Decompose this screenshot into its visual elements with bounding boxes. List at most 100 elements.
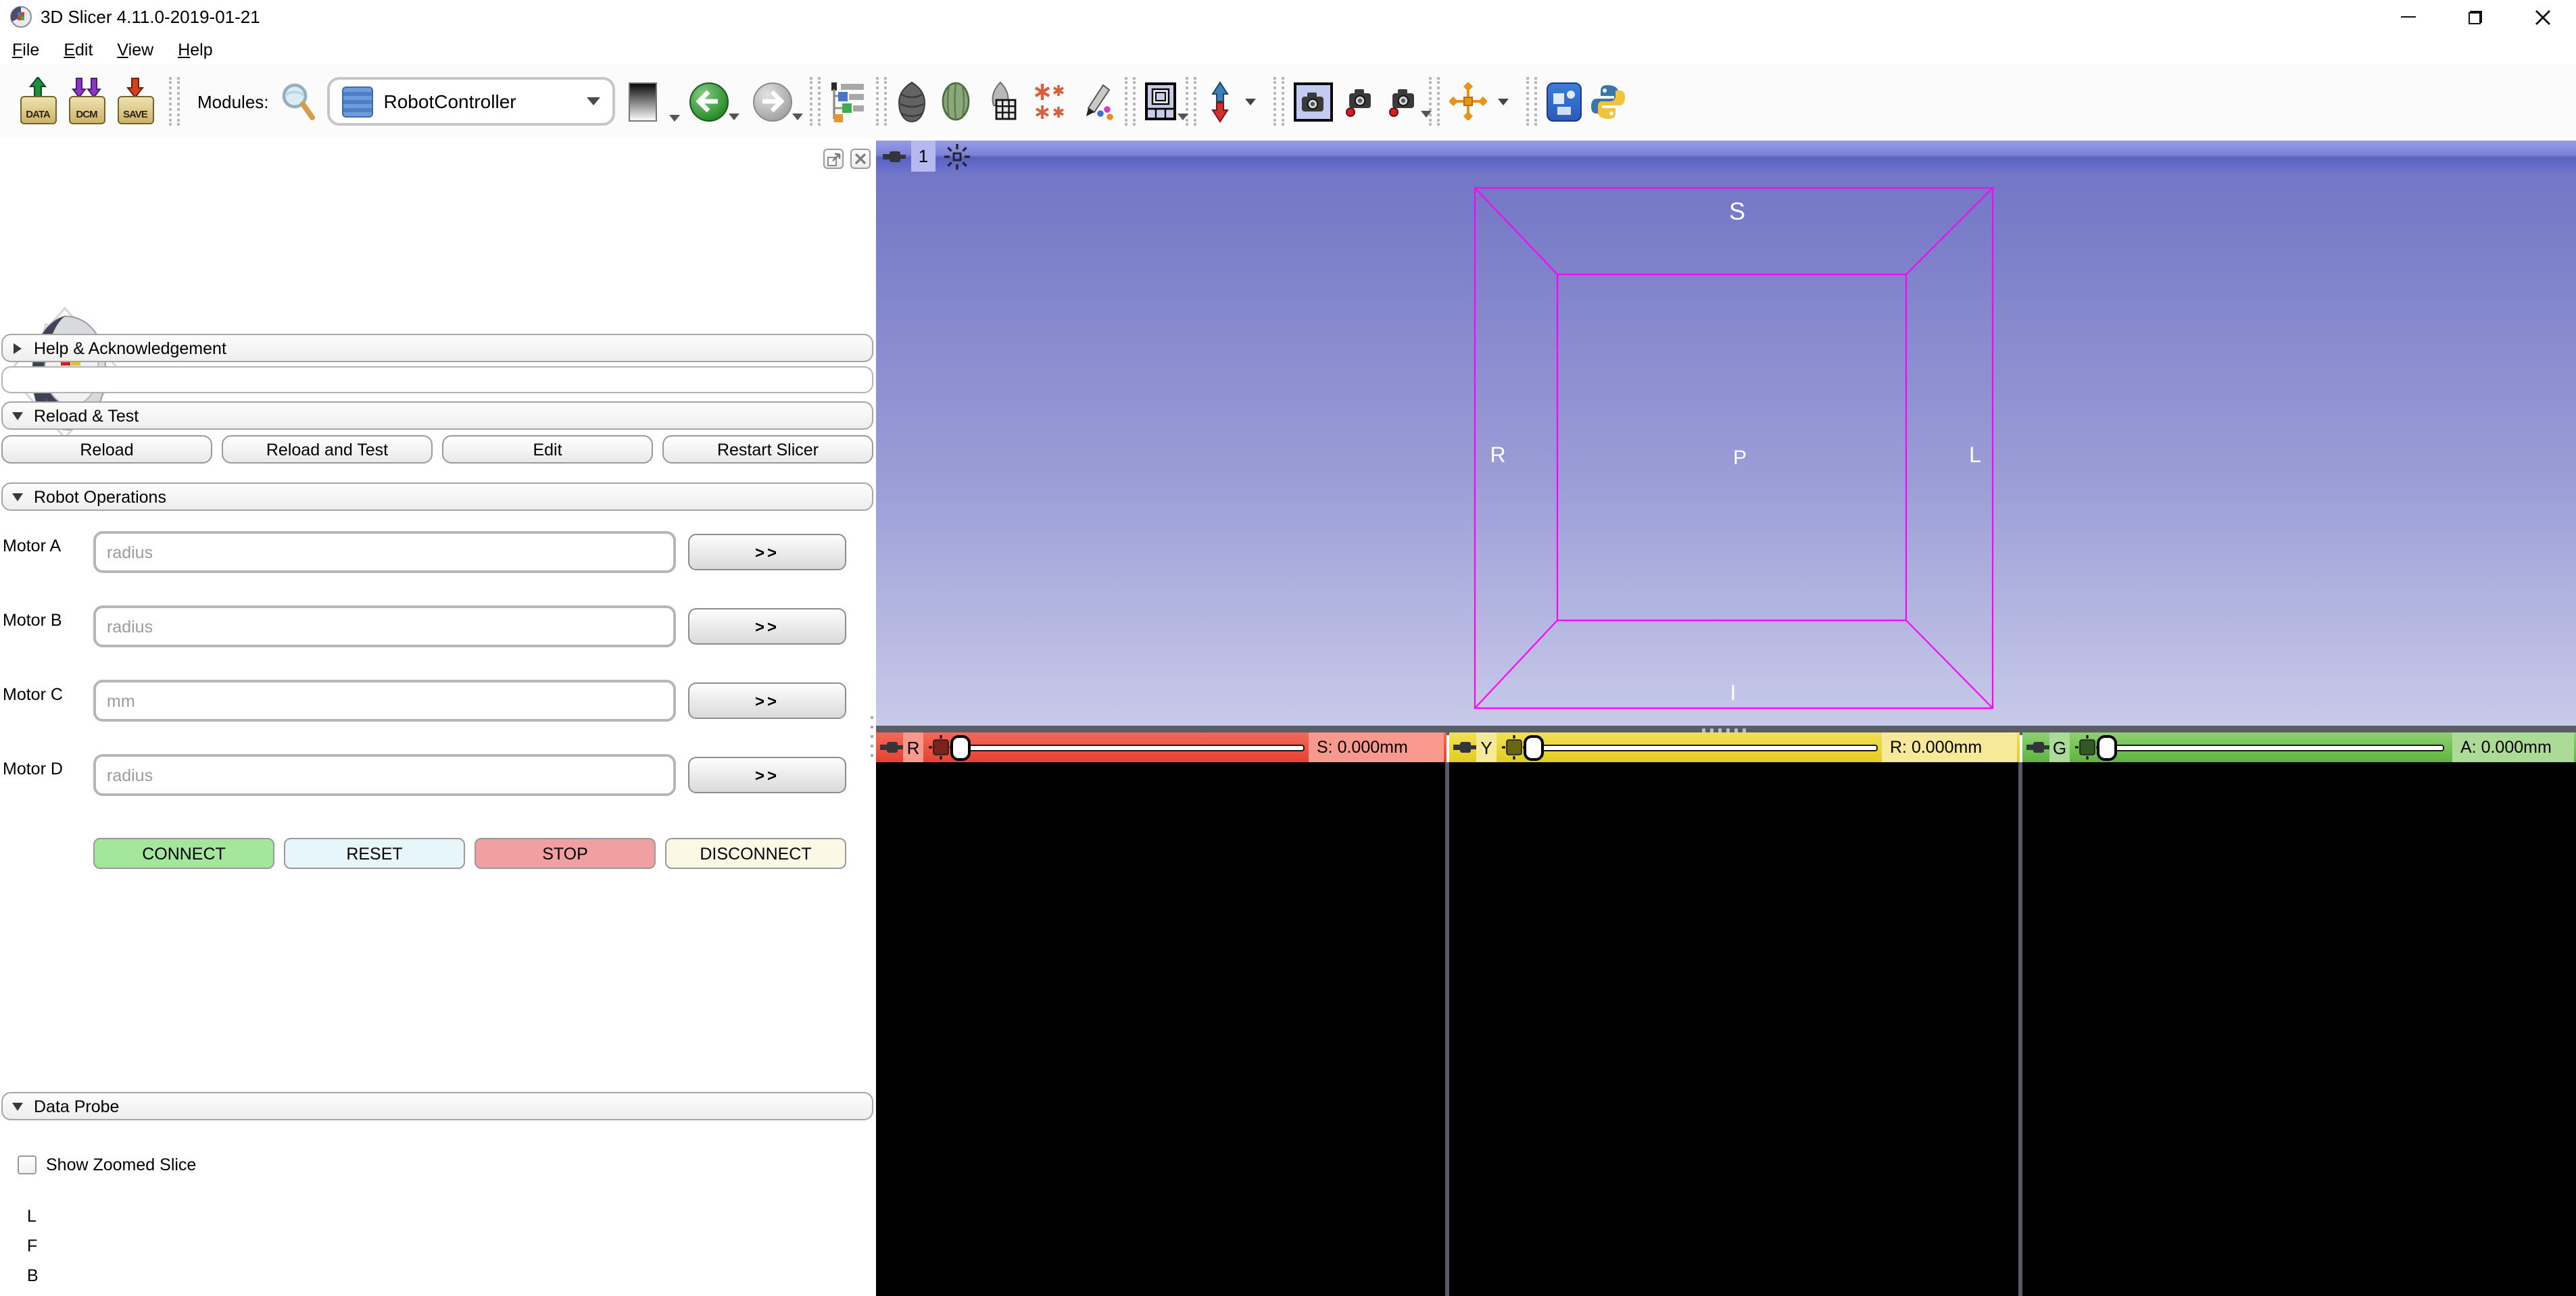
scene-view-button[interactable]: [1344, 85, 1376, 118]
panel-undock-button[interactable]: [823, 149, 844, 169]
motor-d-input[interactable]: [93, 754, 676, 796]
section-help-acknowledgement[interactable]: Help & Acknowledgement: [1, 334, 873, 362]
connect-button[interactable]: CONNECT: [93, 838, 274, 869]
dicom-button[interactable]: DCM: [66, 77, 107, 126]
close-button[interactable]: [2509, 0, 2576, 34]
red-slice-controller: R S: 0.000mm: [876, 732, 1447, 762]
motor-b-send-button[interactable]: >>: [688, 608, 846, 645]
axis-label-inferior: I: [1730, 682, 1736, 707]
motor-d-send-button[interactable]: >>: [688, 757, 846, 793]
screenshot-button[interactable]: [1294, 82, 1333, 121]
crosshair-button[interactable]: [1449, 82, 1487, 120]
pin-icon[interactable]: [2026, 738, 2049, 757]
restore-button[interactable]: [2441, 0, 2509, 34]
collapsed-triangle-icon: [14, 343, 22, 353]
expanded-triangle-icon: [12, 412, 23, 420]
section-robot-operations[interactable]: Robot Operations: [1, 482, 873, 511]
toolbar-separator: [1526, 77, 1537, 126]
reload-button[interactable]: Reload: [1, 435, 212, 464]
reload-and-test-button[interactable]: Reload and Test: [222, 435, 433, 464]
motor-c-input[interactable]: [93, 680, 676, 722]
scene-view-restore-button[interactable]: [1387, 85, 1419, 118]
menu-help[interactable]: Help: [166, 40, 224, 59]
red-slice-slider-handle[interactable]: [950, 734, 971, 760]
subject-hierarchy-button[interactable]: [830, 80, 867, 122]
load-data-button[interactable]: DATA: [18, 77, 58, 126]
threeD-viewport[interactable]: S R P L I: [876, 172, 2576, 726]
module-forward-button[interactable]: [753, 82, 792, 121]
yellow-slice-offset: R: 0.000mm: [1882, 732, 2017, 762]
slice-view-separator: [1445, 762, 1449, 1296]
red-slice-slider-track[interactable]: [960, 745, 1305, 751]
module-search-button[interactable]: [280, 82, 316, 121]
section-title: Robot Operations: [34, 487, 166, 506]
green-slice-slider-handle[interactable]: [2097, 734, 2117, 760]
crop-volume-button[interactable]: [941, 81, 971, 122]
stop-button[interactable]: STOP: [475, 838, 656, 869]
minimize-button[interactable]: [2374, 0, 2441, 34]
edit-button[interactable]: Edit: [442, 435, 653, 464]
slice-visibility-icon[interactable]: [2075, 735, 2099, 759]
slice-viewports[interactable]: [876, 762, 2576, 1296]
arrow-right-icon: [760, 91, 785, 112]
motor-a-input[interactable]: [93, 531, 676, 573]
module-back-button[interactable]: [689, 82, 729, 121]
module-selector-combobox[interactable]: RobotController: [327, 77, 615, 126]
menu-view[interactable]: View: [105, 40, 166, 59]
section-data-probe[interactable]: Data Probe: [1, 1092, 873, 1120]
volume-rendering-button[interactable]: [896, 80, 927, 122]
motor-a-send-button[interactable]: >>: [688, 534, 846, 570]
layout-icon: [1145, 82, 1176, 120]
menu-edit[interactable]: Edit: [51, 40, 105, 59]
undock-icon: [827, 152, 840, 166]
motor-b-input[interactable]: [93, 605, 676, 647]
chevron-down-icon[interactable]: [1498, 98, 1509, 105]
yellow-slice-slider-track[interactable]: [1533, 745, 1878, 751]
section-title: Help & Acknowledgement: [34, 339, 226, 357]
search-icon: [280, 82, 316, 121]
view-controls-icon[interactable]: [944, 143, 971, 170]
module-selector-value: RobotController: [384, 91, 516, 112]
pin-icon[interactable]: [883, 147, 906, 166]
module-history-button[interactable]: [629, 82, 668, 121]
chevron-down-icon[interactable]: [1245, 98, 1256, 105]
scene-camera-icon: [1344, 85, 1376, 118]
probe-row-l: L: [27, 1207, 37, 1235]
section-reload-test[interactable]: Reload & Test: [1, 401, 873, 430]
save-button[interactable]: SAVE: [115, 77, 155, 126]
show-zoomed-slice-checkbox[interactable]: [18, 1155, 37, 1174]
main-toolbar: DATA DCM SAVE Modules: RobotCo: [0, 65, 2576, 139]
show-zoomed-slice-row: Show Zoomed Slice: [18, 1155, 196, 1174]
restart-slicer-button[interactable]: Restart Slicer: [662, 435, 873, 464]
motor-c-send-button[interactable]: >>: [688, 682, 846, 719]
gray-volume-icon: [896, 80, 927, 122]
restore-icon: [2469, 10, 2482, 24]
close-icon: [854, 153, 867, 165]
pin-icon[interactable]: [880, 738, 903, 757]
yellow-slice-slider-handle[interactable]: [1524, 734, 1544, 760]
module-icon: [342, 86, 373, 117]
mouse-mode-button[interactable]: [1206, 80, 1234, 122]
layout-selector-button[interactable]: [1145, 82, 1176, 120]
fiducials-button[interactable]: [1031, 81, 1068, 122]
panel-close-button[interactable]: [850, 149, 871, 169]
slice-visibility-icon[interactable]: [929, 735, 953, 759]
python-console-button[interactable]: [1590, 83, 1626, 120]
save-label: SAVE: [115, 108, 155, 120]
threeD-view-tab[interactable]: 1: [911, 141, 935, 172]
green-slice-slider-track[interactable]: [2106, 745, 2444, 751]
extensions-manager-button[interactable]: [1547, 82, 1582, 121]
markups-button[interactable]: [1082, 81, 1115, 122]
up-down-arrows-icon: [1206, 80, 1234, 122]
menu-file[interactable]: File: [0, 40, 51, 59]
red-slice-label: R: [903, 732, 923, 762]
disconnect-button[interactable]: DISCONNECT: [665, 838, 846, 869]
reset-button[interactable]: RESET: [284, 838, 465, 869]
slice-visibility-icon[interactable]: [1502, 735, 1526, 759]
segment-editor-button[interactable]: [984, 81, 1018, 122]
panel-splitter-handle[interactable]: [871, 716, 873, 762]
slicer-app-window: 3D Slicer 4.11.0-2019-01-21 File Edit Vi…: [0, 0, 2576, 1296]
load-data-label: DATA: [18, 108, 58, 120]
pin-icon[interactable]: [1453, 738, 1476, 757]
orientation-cube-wireframe: [876, 172, 2576, 726]
